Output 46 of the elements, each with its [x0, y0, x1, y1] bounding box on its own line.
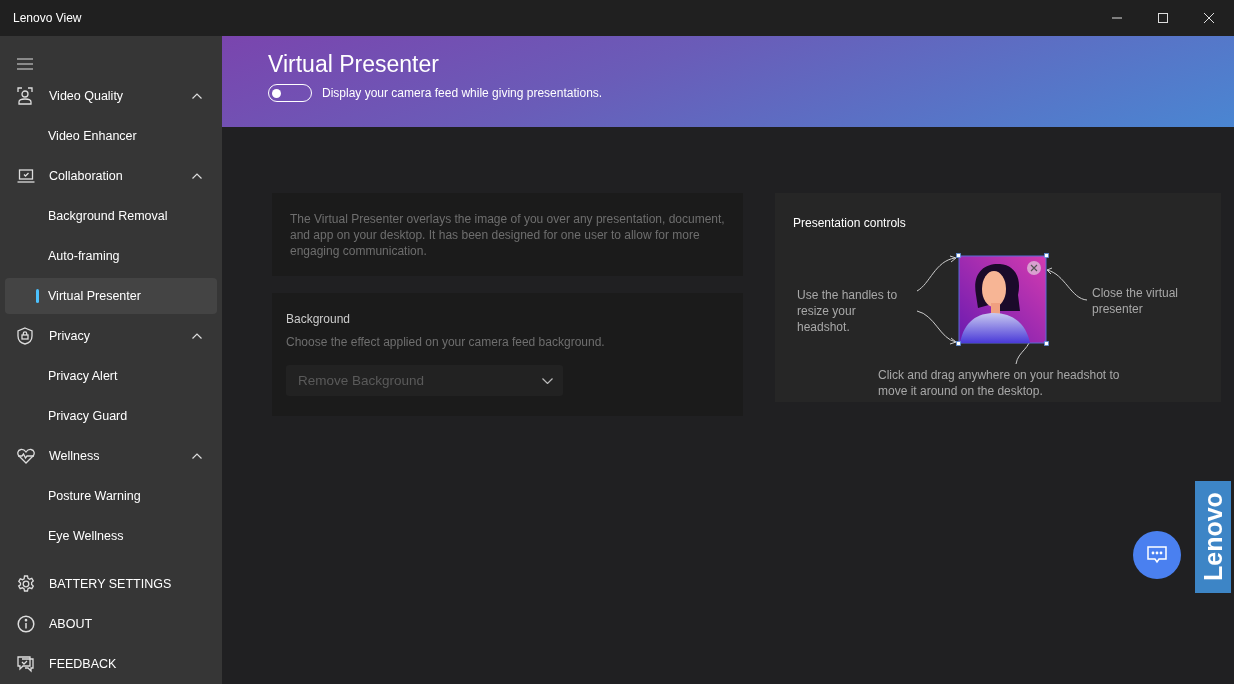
sidebar-link[interactable]: ABOUT	[0, 604, 222, 644]
heart-pulse-icon	[17, 448, 35, 464]
shield-lock-icon	[17, 327, 33, 345]
feedback-icon	[17, 655, 35, 673]
sidebar-item[interactable]: Posture Warning	[5, 476, 217, 516]
chevron-icon[interactable]	[192, 453, 202, 459]
chat-rating-icon	[1147, 546, 1167, 564]
sidebar-link[interactable]: BATTERY SETTINGS	[0, 564, 222, 604]
sidebar-item[interactable]: Auto-framing	[5, 236, 217, 276]
sidebar-item[interactable]: Eye Wellness	[5, 516, 217, 556]
callout-text: Close the virtual presenter	[1092, 285, 1180, 317]
close-icon	[1027, 261, 1041, 275]
description-text: The Virtual Presenter overlays the image of you over any presentation, document, and app on your desktop. It has been designed for one user to allow for more engaging communication.	[272, 193, 743, 276]
brand-logo: Lenovo	[1195, 481, 1231, 593]
settings-icon	[17, 575, 35, 593]
maximize-icon[interactable]	[1158, 13, 1168, 23]
sidebar-group[interactable]: Wellness	[0, 436, 222, 476]
toggle-label: Display your camera feed while giving presentations.	[322, 86, 603, 100]
curved-arrow	[1046, 267, 1088, 301]
callout-text: Click and drag anywhere on your headshot to move it around on the desktop.	[878, 367, 1121, 399]
caret-icon	[542, 377, 553, 384]
sidebar-group[interactable]: Video Quality	[0, 76, 222, 116]
sidebar-item[interactable]: Privacy Guard	[5, 396, 217, 436]
person-frame-icon	[17, 87, 33, 105]
curved-arrow	[916, 310, 957, 345]
sidebar-link[interactable]: FEEDBACK	[0, 644, 222, 684]
page-title: Virtual Presenter	[268, 51, 439, 78]
sidebar-item[interactable]: Privacy Alert	[5, 356, 217, 396]
callout-text: Use the handles to resize your headshot.	[797, 287, 899, 335]
card-title: Background	[286, 312, 352, 326]
card-title: Presentation controls	[793, 216, 906, 230]
chevron-icon[interactable]	[192, 93, 202, 99]
info-icon	[17, 615, 35, 633]
sidebar-item[interactable]: Background Removal	[5, 196, 217, 236]
chevron-icon[interactable]	[192, 173, 202, 179]
sidebar-item[interactable]: Virtual Presenter	[5, 278, 217, 314]
card-subtitle: Choose the effect applied on your camera feed background.	[286, 335, 606, 349]
curved-arrow	[916, 255, 957, 292]
sidebar-group[interactable]: Collaboration	[0, 156, 222, 196]
laptop-icon	[17, 169, 35, 183]
close-icon[interactable]	[1204, 13, 1214, 23]
chevron-icon[interactable]	[192, 333, 202, 339]
feedback-button[interactable]	[1133, 531, 1181, 579]
sidebar-item[interactable]: Video Enhancer	[5, 116, 217, 156]
sidebar-group[interactable]: Privacy	[0, 316, 222, 356]
window-title: Lenovo View	[13, 11, 83, 25]
